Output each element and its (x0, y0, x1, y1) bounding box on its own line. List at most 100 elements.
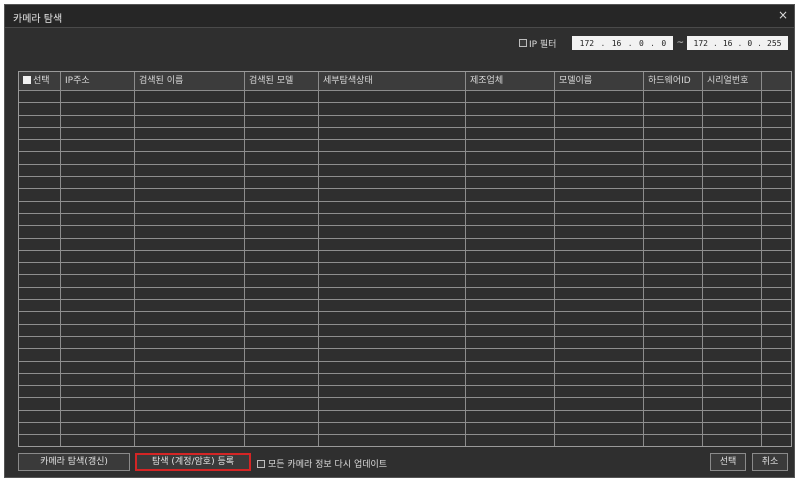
column-header-ip[interactable]: IP주소 (61, 72, 135, 90)
register-credentials-button[interactable]: 탐색 (계정/암호) 등록 (135, 453, 251, 471)
table-cell (245, 103, 319, 115)
table-cell (319, 177, 466, 189)
table-cell (61, 177, 135, 189)
table-row[interactable] (19, 140, 791, 153)
ip-range-start-input[interactable]: 172. 16. 0. 0 (572, 36, 674, 50)
table-cell (61, 435, 135, 446)
table-cell (703, 164, 762, 177)
table-cell (555, 324, 644, 336)
table-cell (703, 152, 762, 164)
table-row[interactable] (19, 115, 791, 128)
table-row[interactable] (19, 213, 791, 227)
ip-range-end-input[interactable]: 172. 16. 0. 255 (687, 36, 788, 50)
table-row[interactable] (19, 336, 791, 350)
column-header-manufacturer[interactable]: 제조업체 (466, 72, 555, 90)
table-cell (555, 435, 644, 446)
table-cell (703, 361, 762, 373)
column-header-serial[interactable]: 시리얼번호 (703, 72, 762, 90)
table-row[interactable] (19, 300, 791, 313)
title-bar: 카메라 탐색 × (5, 5, 794, 27)
camera-results-table[interactable]: 선택 IP주소 검색된 이름 검색된 모델 세부탐색상태 제조업체 모델이름 하… (18, 71, 792, 447)
table-cell (762, 263, 791, 274)
table-cell (703, 336, 762, 349)
table-cell (703, 435, 762, 446)
table-cell (762, 128, 791, 139)
select-all-checkbox[interactable] (23, 76, 31, 84)
column-header-detail-status[interactable]: 세부탐색상태 (319, 72, 466, 90)
table-cell (135, 140, 245, 152)
table-row[interactable] (19, 435, 791, 446)
table-cell (555, 423, 644, 435)
table-row[interactable] (19, 177, 791, 190)
table-cell (644, 275, 703, 287)
table-row[interactable] (19, 91, 791, 104)
ip-filter-checkbox[interactable] (518, 39, 527, 47)
refresh-search-button[interactable]: 카메라 탐색(갱신) (18, 453, 130, 471)
select-button[interactable]: 선택 (710, 453, 746, 471)
update-all-checkbox[interactable] (257, 459, 265, 468)
table-row[interactable] (19, 164, 791, 178)
table-cell (19, 312, 61, 324)
table-row[interactable] (19, 398, 791, 411)
column-header-select[interactable]: 선택 (19, 72, 61, 90)
table-row[interactable] (19, 410, 791, 424)
table-row[interactable] (19, 386, 791, 399)
table-cell (466, 250, 555, 263)
table-cell (135, 213, 245, 226)
table-cell (762, 423, 791, 434)
table-cell (61, 336, 135, 349)
table-row[interactable] (19, 238, 791, 251)
table-row[interactable] (19, 349, 791, 362)
table-cell (135, 435, 245, 446)
table-cell (644, 398, 703, 410)
select-column-label: 선택 (33, 76, 50, 86)
table-row[interactable] (19, 361, 791, 374)
table-cell (19, 226, 61, 238)
table-cell (135, 361, 245, 373)
table-row[interactable] (19, 324, 791, 337)
update-all-option[interactable]: 모든 카메라 정보 다시 업데이트 (257, 457, 387, 470)
table-cell (644, 263, 703, 275)
table-cell (245, 275, 319, 287)
table-cell (555, 349, 644, 361)
table-cell (703, 275, 762, 287)
column-header-hardware-id[interactable]: 하드웨어ID (644, 72, 703, 90)
table-cell (762, 165, 791, 176)
table-cell (319, 287, 466, 300)
close-icon[interactable]: × (778, 8, 788, 22)
ip-end-octet-2: 16 (722, 38, 733, 48)
table-cell (703, 103, 762, 115)
table-row[interactable] (19, 127, 791, 141)
table-row[interactable] (19, 250, 791, 264)
table-cell (319, 213, 466, 226)
cancel-button[interactable]: 취소 (752, 453, 788, 471)
table-cell (703, 213, 762, 226)
table-row[interactable] (19, 103, 791, 116)
table-cell (466, 410, 555, 423)
table-cell (466, 386, 555, 398)
table-cell (61, 226, 135, 238)
table-cell (644, 312, 703, 324)
table-row[interactable] (19, 201, 791, 214)
column-header-model-name[interactable]: 모델이름 (555, 72, 644, 90)
table-cell (61, 127, 135, 140)
table-cell (466, 435, 555, 446)
table-row[interactable] (19, 373, 791, 387)
table-row[interactable] (19, 275, 791, 288)
column-header-found-model[interactable]: 검색된 모델 (245, 72, 319, 90)
table-row[interactable] (19, 189, 791, 202)
table-row[interactable] (19, 263, 791, 276)
ip-filter-row: IP 필터 172. 16. 0. 0 ~ 172. 16. 0. 255 (518, 35, 788, 51)
column-header-found-name[interactable]: 검색된 이름 (135, 72, 245, 90)
table-row[interactable] (19, 423, 791, 436)
table-cell (135, 312, 245, 324)
table-row[interactable] (19, 226, 791, 239)
table-row[interactable] (19, 152, 791, 165)
table-cell (703, 287, 762, 300)
table-cell (319, 91, 466, 103)
table-cell (19, 435, 61, 446)
table-row[interactable] (19, 312, 791, 325)
table-cell (703, 349, 762, 361)
table-row[interactable] (19, 287, 791, 301)
table-cell (19, 324, 61, 336)
